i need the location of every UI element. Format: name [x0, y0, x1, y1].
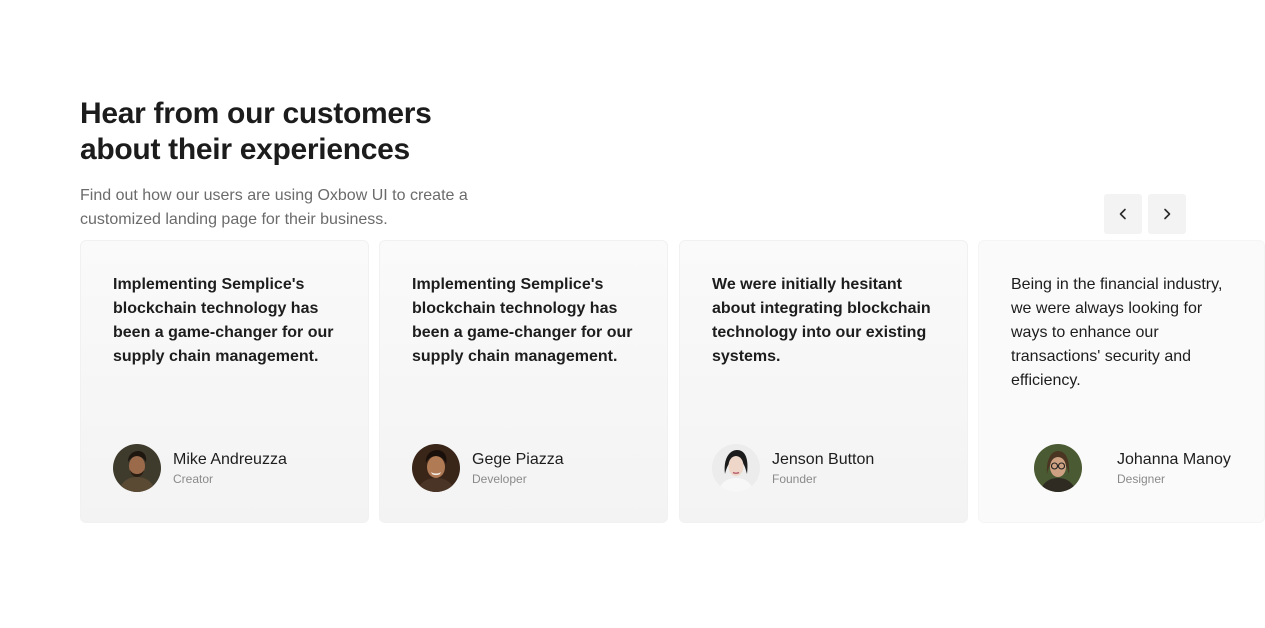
author-role: Developer — [472, 471, 527, 486]
carousel-prev-button[interactable] — [1104, 194, 1142, 234]
section-subheading: Find out how our users are using Oxbow U… — [80, 187, 468, 228]
chevron-right-icon — [1164, 208, 1171, 220]
author-role: Designer — [1117, 471, 1166, 486]
avatar — [712, 444, 760, 492]
testimonial-author: Jenson Button Founder — [712, 444, 874, 492]
testimonial-quote: Being in the financial industry, we were… — [1011, 276, 1223, 389]
testimonial-card: We were initially hesitant about integra… — [679, 240, 968, 523]
testimonial-quote: Implementing Semplice's blockchain techn… — [412, 276, 633, 365]
carousel-next-button[interactable] — [1148, 194, 1186, 234]
author-name: Johanna Manoy — [1117, 450, 1231, 468]
chevron-left-icon — [1119, 208, 1126, 220]
testimonial-card: Implementing Semplice's blockchain techn… — [80, 240, 369, 523]
testimonial-author: Mike Andreuzza Creator — [113, 444, 287, 492]
section-heading: Hear from our customers about their expe… — [80, 97, 432, 166]
author-role: Founder — [772, 471, 817, 486]
testimonial-card: Implementing Semplice's blockchain techn… — [379, 240, 668, 523]
testimonial-quote: We were initially hesitant about integra… — [712, 276, 931, 365]
testimonial-author: Johanna Manoy Designer — [1034, 444, 1231, 492]
avatar — [412, 444, 460, 492]
author-role: Creator — [173, 471, 214, 486]
testimonial-card: Being in the financial industry, we were… — [978, 240, 1265, 523]
avatar — [113, 444, 161, 492]
testimonial-author: Gege Piazza Developer — [412, 444, 564, 492]
author-name: Gege Piazza — [472, 450, 564, 468]
testimonial-quote: Implementing Semplice's blockchain techn… — [113, 276, 334, 365]
avatar — [1034, 444, 1082, 492]
author-name: Jenson Button — [772, 450, 875, 468]
author-name: Mike Andreuzza — [173, 450, 287, 468]
